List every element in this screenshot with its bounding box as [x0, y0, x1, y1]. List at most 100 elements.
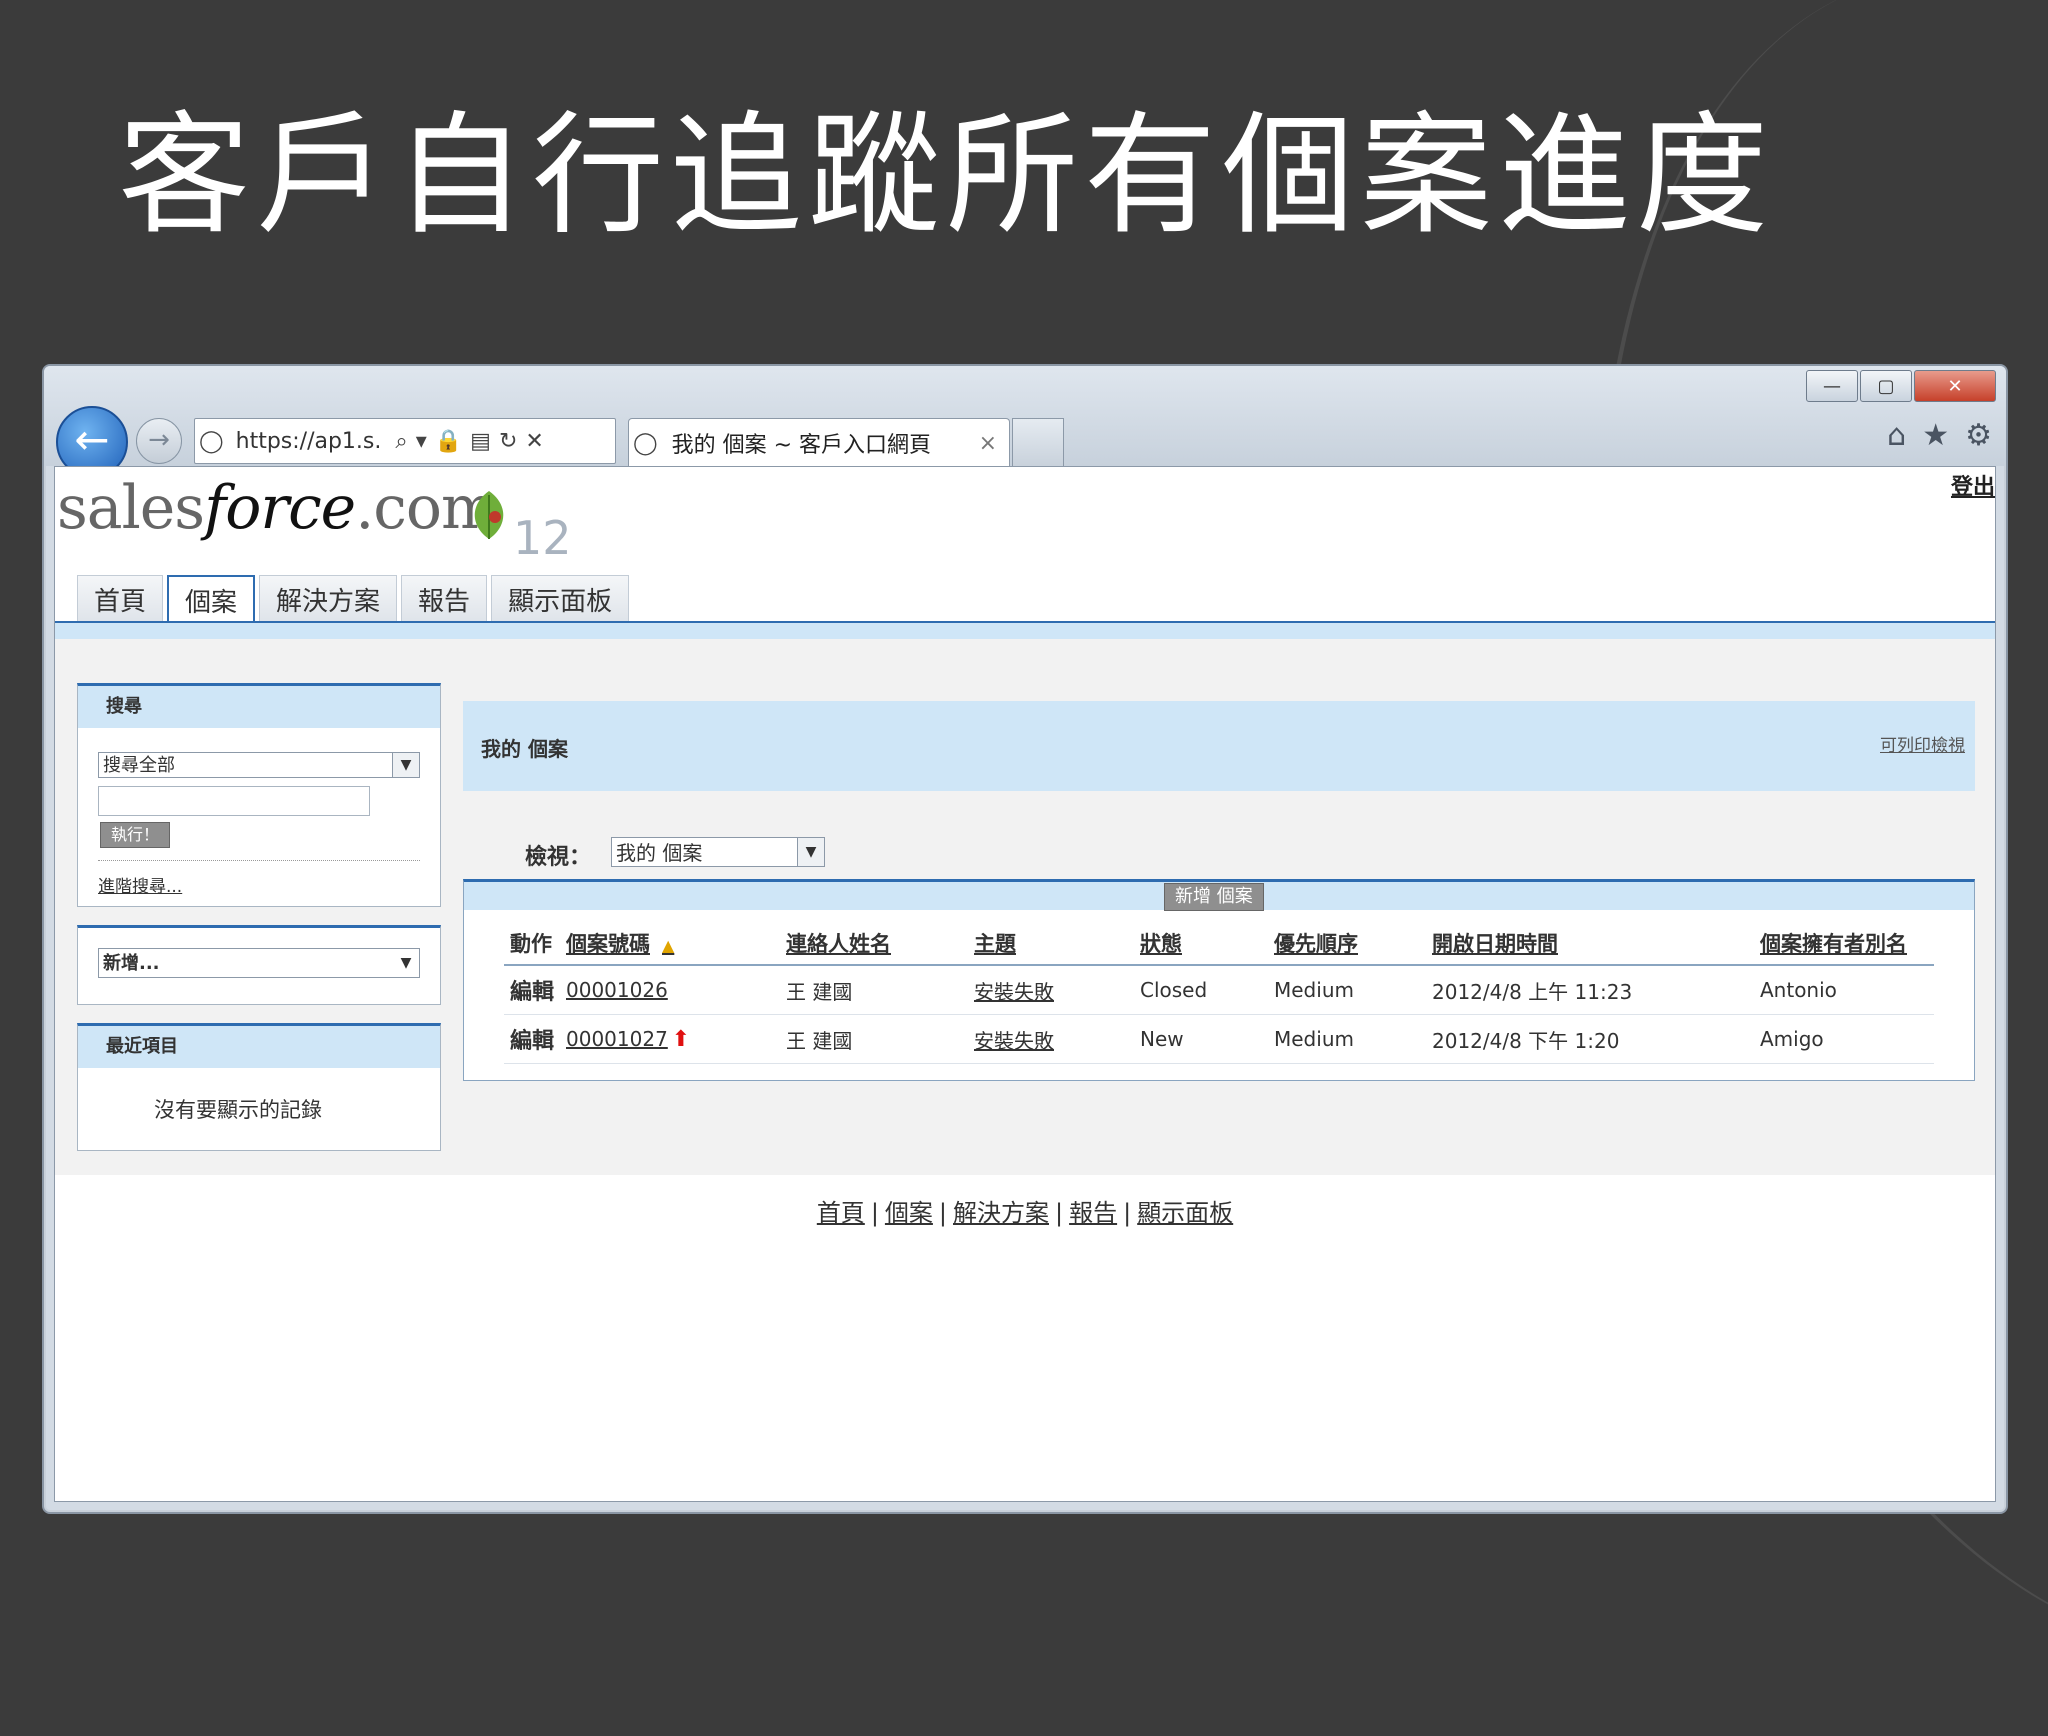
status-cell: New — [1134, 1014, 1268, 1064]
close-window-button[interactable]: ✕ — [1914, 370, 1996, 402]
create-new-select[interactable]: 新增... ▼ — [98, 948, 420, 978]
logo-text-sales: sales — [57, 473, 205, 543]
column-header-action: 動作 — [504, 922, 560, 966]
arrow-up-icon: ⬆ — [671, 1026, 691, 1052]
tab-close-icon[interactable]: × — [979, 431, 997, 456]
search-icon[interactable]: ⌕ — [395, 429, 407, 454]
window-controls: — ▢ ✕ — [1804, 370, 1996, 402]
view-select[interactable]: 我的 個案 ▼ — [611, 837, 825, 867]
search-go-button[interactable]: 執行！ — [100, 822, 171, 848]
divider — [98, 860, 420, 861]
chevron-down-icon[interactable]: ▼ — [392, 753, 419, 777]
column-header-subject[interactable]: 主題 — [968, 922, 1134, 966]
star-icon[interactable]: ★ — [1922, 418, 1949, 453]
release-version: 12 — [513, 511, 572, 565]
forward-button[interactable]: → — [136, 418, 182, 464]
edit-link[interactable]: 編輯 — [504, 965, 560, 1015]
priority-cell: Medium — [1268, 1014, 1426, 1064]
footer-link-home[interactable]: 首頁 — [817, 1199, 865, 1227]
new-tab-button[interactable] — [1012, 418, 1064, 467]
footer-link-cases[interactable]: 個案 — [885, 1199, 933, 1227]
browser-tab-active[interactable]: ◯ 我的 個案 ~ 客戶入口網頁 × — [628, 418, 1010, 467]
tab-reports[interactable]: 報告 — [401, 575, 488, 622]
footer-link-dashboards[interactable]: 顯示面板 — [1137, 1199, 1233, 1227]
page-title: 我的 個案 — [481, 737, 568, 761]
tab-strip-divider — [55, 621, 1995, 641]
case-table: 動作 個案號碼 ▲ 連絡人姓名 主題 狀態 優先順序 開啟日期時間 個案擁有者別名… — [504, 922, 1934, 1064]
tab-solutions[interactable]: 解決方案 — [259, 575, 398, 622]
case-number-link[interactable]: 00001027 — [566, 1027, 668, 1051]
tab-cases[interactable]: 個案 — [167, 575, 256, 623]
main-tabs: 首頁 個案 解決方案 報告 顯示面板 — [77, 575, 633, 623]
footer-link-reports[interactable]: 報告 — [1069, 1199, 1117, 1227]
page-icon: ◯ — [199, 428, 224, 454]
case-list-header-bar: 新增 個案 — [464, 882, 1974, 911]
search-scope-select[interactable]: 搜尋全部 ▼ — [98, 752, 420, 778]
footer-separator: | — [1123, 1199, 1132, 1227]
status-cell: Closed — [1134, 965, 1268, 1015]
search-scope-value: 搜尋全部 — [103, 755, 175, 776]
recent-items-empty: 沒有要顯示的記錄 — [154, 1098, 322, 1122]
page-header: 我的 個案 可列印檢視 — [463, 701, 1975, 791]
window-titlebar: — ▢ ✕ ← → ◯ https://ap1.s. ⌕ ▾ 🔒 ▤ ↻ ✕ ◯… — [44, 366, 2006, 478]
contact-cell: 王 建國 — [780, 1014, 968, 1064]
case-number-cell: 00001027 ⬆ — [560, 1014, 780, 1064]
subject-link[interactable]: 安裝失敗 — [974, 1029, 1054, 1053]
recent-items-title: 最近項目 — [78, 1026, 440, 1068]
page-content: 登出 salesforce.com 12 首頁 個案 解決方案 報告 顯示面板 … — [54, 466, 1996, 1502]
address-bar[interactable]: ◯ https://ap1.s. ⌕ ▾ 🔒 ▤ ↻ ✕ — [194, 418, 616, 464]
advanced-search-link[interactable]: 進階搜尋... — [98, 872, 182, 897]
column-header-owner[interactable]: 個案擁有者別名 — [1754, 922, 1934, 966]
browser-tools: ⌂ ★ ⚙ — [1871, 418, 1992, 453]
logout-link[interactable]: 登出 — [1951, 469, 1995, 501]
search-input[interactable] — [98, 786, 370, 816]
minimize-button[interactable]: — — [1806, 370, 1858, 402]
footer-nav: 首頁 | 個案 | 解決方案 | 報告 | 顯示面板 — [55, 1193, 1995, 1228]
edit-link[interactable]: 編輯 — [504, 1014, 560, 1064]
column-header-opened[interactable]: 開啟日期時間 — [1426, 922, 1754, 966]
case-list-panel: 新增 個案 動作 個案號碼 ▲ 連絡人姓名 主題 狀態 優先順序 開啟日期時間 個… — [463, 879, 1975, 1081]
footer-separator: | — [1055, 1199, 1064, 1227]
new-case-button[interactable]: 新增 個案 — [1164, 883, 1264, 911]
salesforce-logo: salesforce.com — [57, 473, 498, 543]
priority-cell: Medium — [1268, 965, 1426, 1015]
browser-window: — ▢ ✕ ← → ◯ https://ap1.s. ⌕ ▾ 🔒 ▤ ↻ ✕ ◯… — [42, 364, 2008, 1514]
logo-text-force: force — [204, 473, 356, 543]
column-header-contact[interactable]: 連絡人姓名 — [780, 922, 968, 966]
case-number-link[interactable]: 00001026 — [566, 978, 668, 1002]
tab-home[interactable]: 首頁 — [77, 575, 164, 622]
column-header-case-number[interactable]: 個案號碼 ▲ — [560, 922, 780, 966]
create-new-value: 新增... — [103, 953, 160, 974]
table-header-row: 動作 個案號碼 ▲ 連絡人姓名 主題 狀態 優先順序 開啟日期時間 個案擁有者別名 — [504, 922, 1934, 966]
stop-icon[interactable]: ✕ — [525, 429, 543, 454]
gear-icon[interactable]: ⚙ — [1965, 418, 1992, 453]
footer-separator: | — [870, 1199, 879, 1227]
recent-items-box: 最近項目 沒有要顯示的記錄 — [77, 1023, 441, 1151]
tab-title: 我的 個案 ~ 客戶入口網頁 — [671, 433, 932, 458]
case-number-cell: 00001026 — [560, 965, 780, 1015]
maximize-button[interactable]: ▢ — [1860, 370, 1912, 402]
printable-view-link[interactable]: 可列印檢視 — [1880, 731, 1965, 756]
opened-cell: 2012/4/8 上午 11:23 — [1426, 965, 1754, 1015]
contact-cell: 王 建國 — [780, 965, 968, 1015]
home-icon[interactable]: ⌂ — [1887, 418, 1906, 453]
column-header-case-number-label: 個案號碼 — [566, 932, 650, 956]
column-header-priority[interactable]: 優先順序 — [1268, 922, 1426, 966]
slide-title: 客戶自行追蹤所有個案進度 — [118, 99, 1774, 253]
compatibility-icon[interactable]: ▤ — [470, 429, 491, 454]
dropdown-icon[interactable]: ▾ — [416, 429, 427, 454]
chevron-down-icon[interactable]: ▼ — [797, 838, 824, 866]
subject-link[interactable]: 安裝失敗 — [974, 980, 1054, 1004]
page-icon: ◯ — [633, 430, 658, 456]
subject-cell: 安裝失敗 — [968, 1014, 1134, 1064]
chevron-down-icon[interactable]: ▼ — [393, 949, 419, 977]
table-row: 編輯 00001026 王 建國 安裝失敗 Closed Medium 2012… — [504, 965, 1934, 1015]
column-header-status[interactable]: 狀態 — [1134, 922, 1268, 966]
owner-cell: Antonio — [1754, 965, 1934, 1015]
footer-link-solutions[interactable]: 解決方案 — [953, 1199, 1049, 1227]
refresh-icon[interactable]: ↻ — [499, 429, 517, 454]
sort-ascending-icon: ▲ — [662, 936, 675, 955]
lock-icon[interactable]: 🔒 — [435, 429, 462, 454]
tab-dashboards[interactable]: 顯示面板 — [491, 575, 630, 622]
opened-cell: 2012/4/8 下午 1:20 — [1426, 1014, 1754, 1064]
